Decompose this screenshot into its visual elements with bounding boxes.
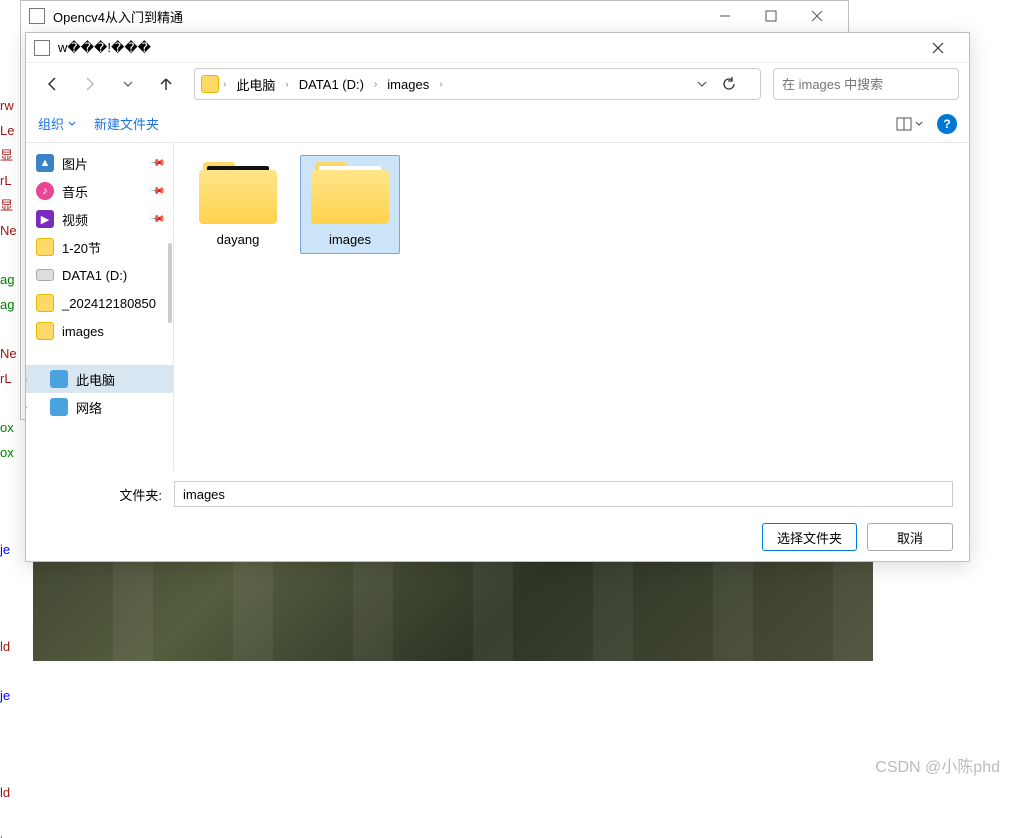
nav-forward-button[interactable] [74, 70, 106, 98]
sidebar-item-pictures[interactable]: ▲ 图片 📌 [26, 149, 173, 177]
folder-tile-images[interactable]: images [300, 155, 400, 254]
sidebar-item-label: images [62, 324, 104, 339]
sidebar-item-folder[interactable]: images [26, 317, 173, 345]
dialog-icon [34, 40, 50, 56]
dialog-title: w���!��� [58, 40, 151, 56]
view-options-button[interactable] [896, 117, 923, 131]
watermark: CSDN @小陈phd [875, 753, 1000, 777]
nav-back-button[interactable] [36, 70, 68, 98]
breadcrumb-folder[interactable]: images [381, 73, 435, 96]
help-button[interactable]: ? [937, 114, 957, 134]
folder-field-label: 文件夹: [42, 485, 162, 504]
sidebar-item-drive[interactable]: DATA1 (D:) [26, 261, 173, 289]
organize-menu[interactable]: 组织 [38, 114, 76, 133]
video-icon: ▶ [36, 210, 54, 228]
network-icon [50, 398, 68, 416]
pin-icon: 📌 [148, 211, 165, 228]
address-bar[interactable]: › 此电脑 › DATA1 (D:) › images › [194, 68, 761, 100]
search-input[interactable] [782, 77, 958, 92]
sidebar-item-label: 此电脑 [76, 370, 115, 389]
sidebar-item-label: 音乐 [62, 182, 88, 201]
folder-icon [311, 162, 389, 224]
nav-recent-button[interactable] [112, 70, 144, 98]
pin-icon: 📌 [148, 155, 165, 172]
dialog-close-button[interactable] [915, 33, 961, 63]
chevron-right-icon: › [223, 79, 226, 90]
sidebar-item-label: 视频 [62, 210, 88, 229]
cancel-button[interactable]: 取消 [867, 523, 953, 551]
sidebar-item-label: 1-20节 [62, 238, 101, 257]
sidebar-item-video[interactable]: ▶ 视频 📌 [26, 205, 173, 233]
refresh-button[interactable] [722, 77, 754, 91]
sidebar: ▲ 图片 📌 ♪ 音乐 📌 ▶ 视频 📌 1-20节 DATA1 (D:) _2024121… [26, 143, 174, 471]
sidebar-item-label: DATA1 (D:) [62, 268, 127, 283]
background-code: rw Le 显 rL 显 Ne ag ag Ne rL ox ox je ld … [0, 70, 17, 838]
pictures-icon: ▲ [36, 154, 54, 172]
chevron-down-icon [915, 120, 923, 128]
maximize-button[interactable] [748, 1, 794, 31]
sidebar-item-network[interactable]: › 网络 [26, 393, 173, 421]
folder-icon [199, 162, 277, 224]
parent-window-title: Opencv4从入门到精通 [53, 7, 183, 26]
pin-icon: 📌 [148, 183, 165, 200]
folder-icon [36, 294, 54, 312]
folder-picker-dialog: w���!��� › 此电脑 › DATA1 (D:) › images › [25, 32, 970, 562]
folder-label: dayang [217, 232, 260, 247]
breadcrumb-drive[interactable]: DATA1 (D:) [293, 73, 370, 96]
breadcrumb-root[interactable]: 此电脑 [230, 71, 281, 98]
folder-icon [36, 238, 54, 256]
chevron-right-icon: › [26, 374, 27, 385]
sidebar-item-folder[interactable]: _202412180850 [26, 289, 173, 317]
chevron-down-icon [68, 120, 76, 128]
sidebar-item-this-pc[interactable]: › 此电脑 [26, 365, 173, 393]
app-icon [29, 8, 45, 24]
close-button[interactable] [794, 1, 840, 31]
chevron-right-icon: › [439, 79, 442, 90]
folder-icon [36, 322, 54, 340]
folder-icon [201, 75, 219, 93]
chevron-right-icon: › [374, 79, 377, 90]
music-icon: ♪ [36, 182, 54, 200]
folder-name-input[interactable] [174, 481, 953, 507]
chevron-right-icon: › [285, 79, 288, 90]
sidebar-item-label: 图片 [62, 154, 88, 173]
folder-content-area[interactable]: dayang images [174, 143, 969, 471]
minimize-button[interactable] [702, 1, 748, 31]
folder-tile-dayang[interactable]: dayang [188, 155, 288, 254]
sidebar-item-label: _202412180850 [62, 296, 156, 311]
sidebar-item-music[interactable]: ♪ 音乐 📌 [26, 177, 173, 205]
chevron-right-icon: › [26, 402, 27, 413]
select-folder-button[interactable]: 选择文件夹 [762, 523, 857, 551]
address-dropdown-button[interactable] [686, 70, 718, 98]
pc-icon [50, 370, 68, 388]
search-box[interactable] [773, 68, 959, 100]
sidebar-item-label: 网络 [76, 398, 102, 417]
scrollbar-thumb[interactable] [168, 243, 172, 323]
new-folder-button[interactable]: 新建文件夹 [94, 114, 159, 133]
nav-up-button[interactable] [150, 70, 182, 98]
drive-icon [36, 269, 54, 281]
sidebar-item-folder[interactable]: 1-20节 [26, 233, 173, 261]
folder-label: images [329, 232, 371, 247]
